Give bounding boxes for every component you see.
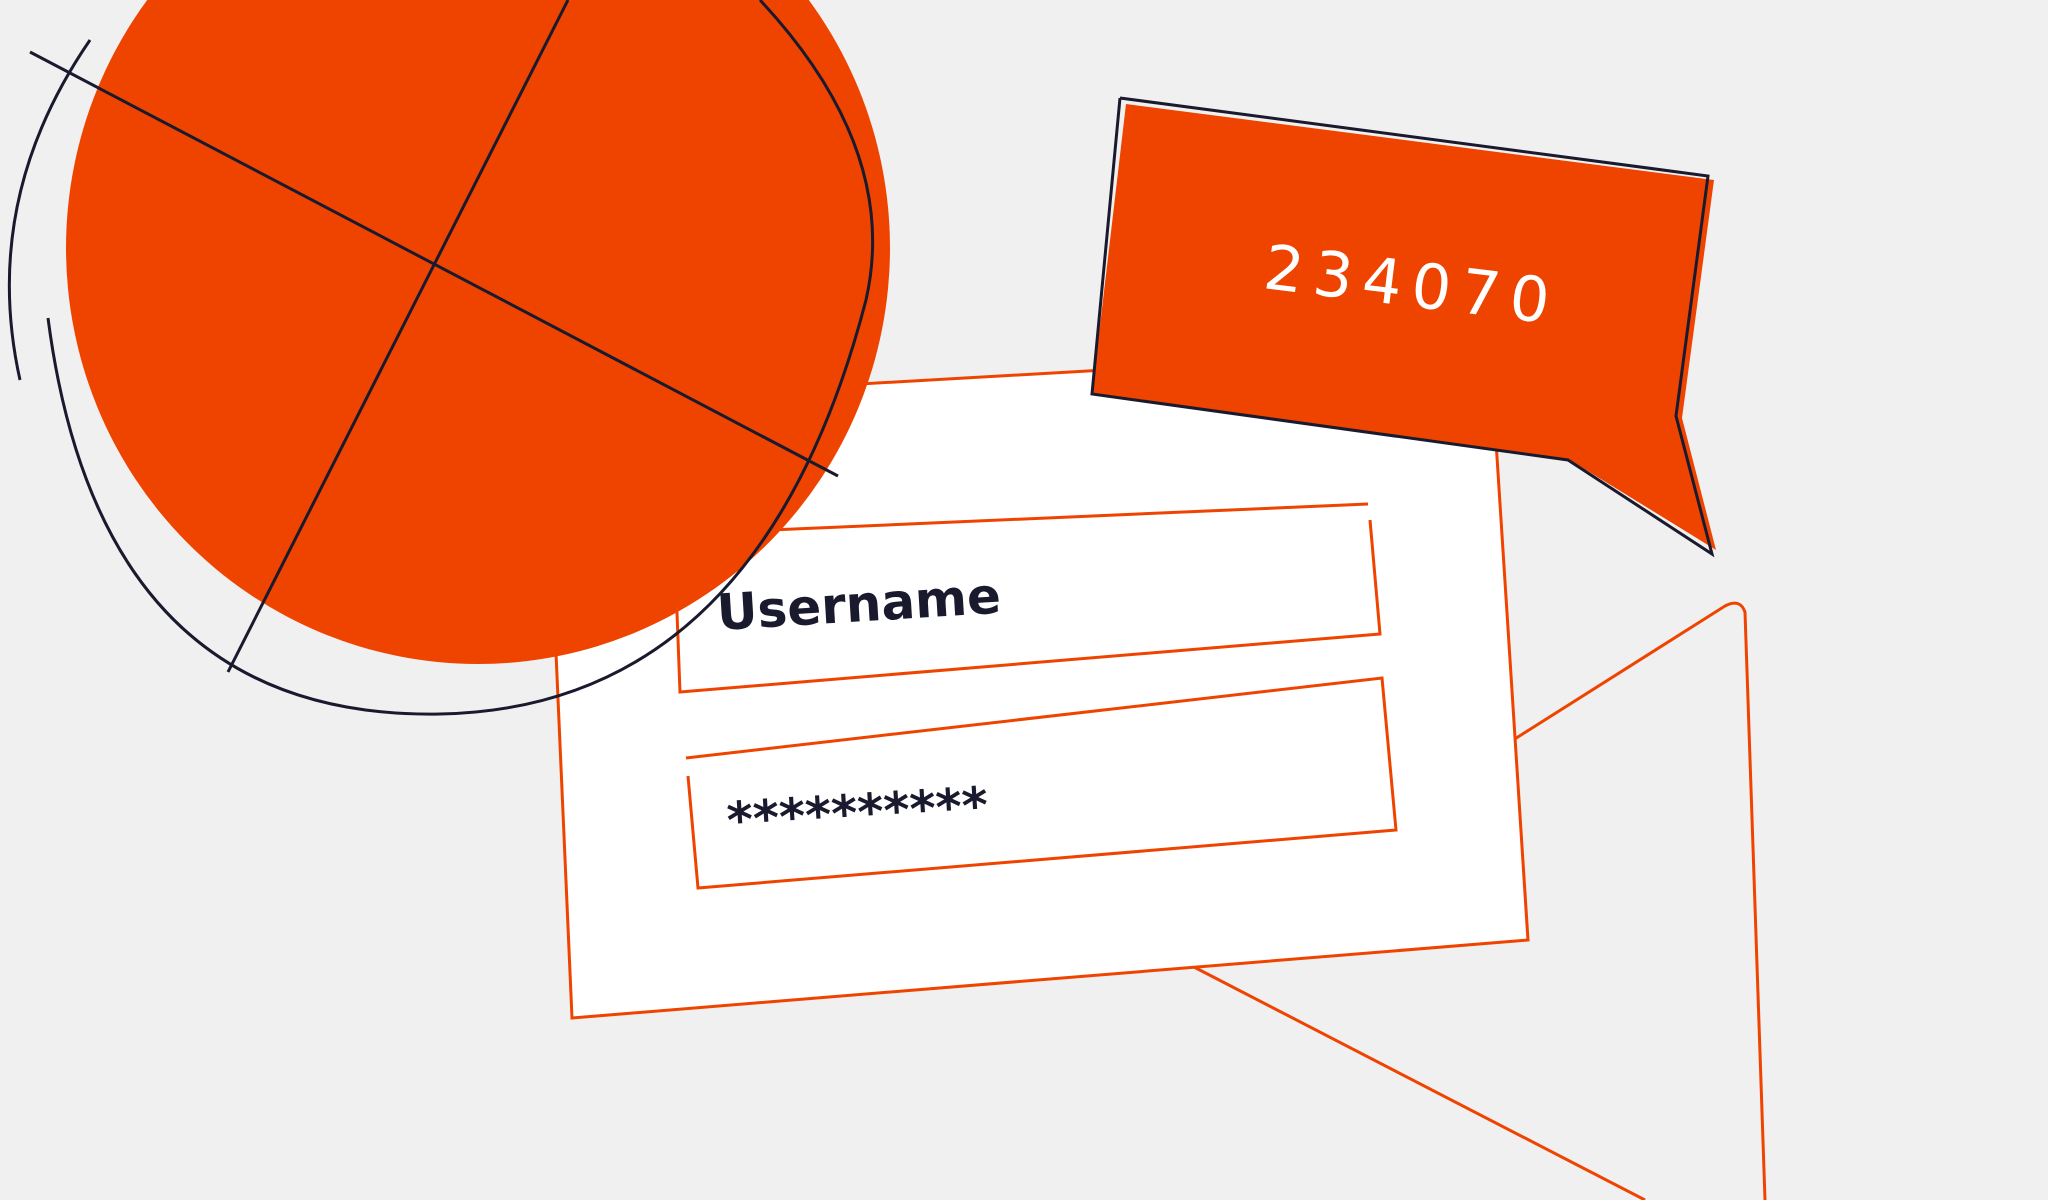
illustration-canvas: Username ********** 234070 <box>0 0 2048 1200</box>
connector-line-right <box>1509 601 1767 1200</box>
two-factor-auth-illustration: Username ********** 234070 <box>7 0 1767 1200</box>
connector-line-bottom <box>1191 964 1646 1200</box>
